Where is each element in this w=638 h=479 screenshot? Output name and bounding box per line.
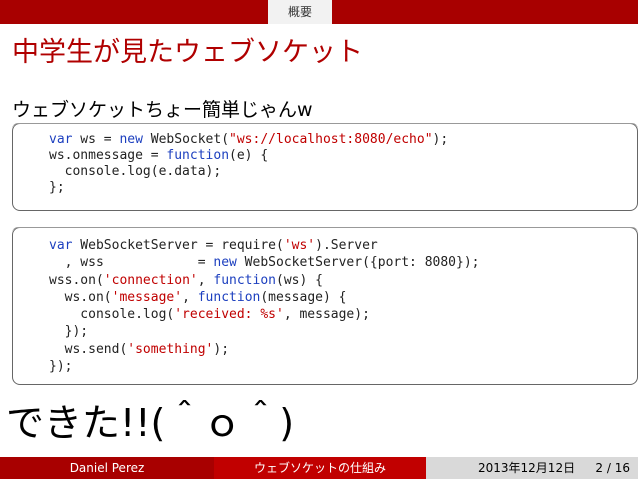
footer-date: 2013年12月12日 xyxy=(478,461,576,475)
server-code-block: var WebSocketServer = require('ws').Serv… xyxy=(12,227,638,385)
footer-author: Daniel Perez xyxy=(0,457,214,479)
code-keyword: function xyxy=(197,289,261,305)
code-keyword: var xyxy=(49,238,73,253)
code-keyword: new xyxy=(213,255,237,271)
slide-subtitle: ウェブソケットちょー簡単じゃんw xyxy=(12,99,313,121)
client-code: var ws = new WebSocket("ws://localhost:8… xyxy=(49,132,448,196)
code-text: ws.onmessage = xyxy=(49,148,167,163)
code-text: , wss = xyxy=(49,255,214,271)
slide-title: 中学生が見たウェブソケット xyxy=(12,37,363,68)
code-text: (message) { xyxy=(260,289,347,305)
code-string: 'message' xyxy=(111,289,183,305)
code-text: WebSocketServer = require( xyxy=(72,238,284,253)
code-string: 'connection' xyxy=(103,272,198,288)
code-keyword: new xyxy=(119,132,143,147)
code-string: "ws://localhost:8080/echo" xyxy=(229,132,433,147)
code-text: console.log( xyxy=(49,307,175,323)
code-text: WebSocket( xyxy=(142,132,230,147)
footer-meta: 2013年12月12日 2 / 16 xyxy=(426,457,638,479)
code-text: , message); xyxy=(283,307,370,323)
section-tab[interactable]: 概要 xyxy=(268,0,332,24)
code-keyword: var xyxy=(49,132,73,147)
top-navigation-bar: 概要 xyxy=(0,0,638,24)
code-text: console.log(e.data); xyxy=(49,164,222,179)
code-text: }); xyxy=(49,324,89,340)
code-string: 'something' xyxy=(127,341,214,357)
code-text: , xyxy=(182,289,198,305)
code-text: ws = xyxy=(72,132,120,147)
code-text: (e) { xyxy=(229,148,269,163)
server-code: var WebSocketServer = require('ws').Serv… xyxy=(49,237,480,375)
footer-bar: Daniel Perez ウェブソケットの仕組み 2013年12月12日 2 /… xyxy=(0,457,638,479)
code-text: }); xyxy=(49,359,73,375)
code-text: (ws) { xyxy=(276,272,323,288)
code-text: ws.send( xyxy=(49,341,128,357)
code-text: }; xyxy=(49,180,65,195)
code-text: ws.on( xyxy=(49,289,112,305)
code-text: ); xyxy=(432,132,449,147)
code-text: WebSocketServer({port: 8080}); xyxy=(236,255,480,271)
code-keyword: function xyxy=(213,272,276,288)
code-text: ); xyxy=(213,341,230,357)
code-text: ).Server xyxy=(315,238,378,253)
code-text: wss.on( xyxy=(49,272,104,288)
closing-exclamation: できた!!(＾ｏ＾) xyxy=(6,401,295,445)
footer-talk-title: ウェブソケットの仕組み xyxy=(214,457,426,479)
code-keyword: function xyxy=(166,148,230,163)
code-text: , xyxy=(197,272,214,288)
code-string: 'ws' xyxy=(283,238,316,253)
client-code-block: var ws = new WebSocket("ws://localhost:8… xyxy=(12,123,638,211)
page-number[interactable]: 2 / 16 xyxy=(595,457,630,479)
code-string: 'received: %s' xyxy=(174,307,284,323)
